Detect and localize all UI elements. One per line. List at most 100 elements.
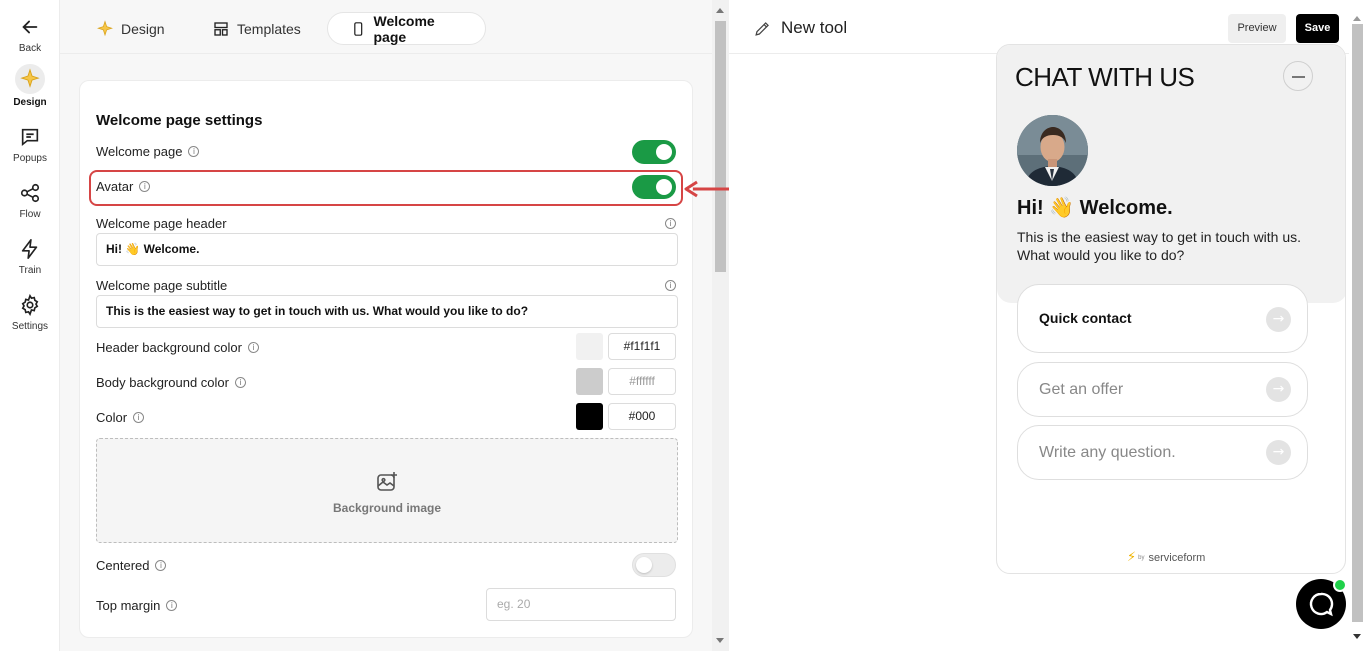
body-bg-swatch[interactable] — [576, 368, 603, 395]
body-bg-row: Body background color i — [96, 375, 246, 390]
scroll-up-arrow[interactable] — [1353, 16, 1361, 21]
rail-label: Flow — [19, 209, 41, 220]
centered-toggle[interactable] — [632, 553, 676, 577]
arrow-right-icon — [1266, 440, 1291, 465]
sparkle-icon — [97, 19, 113, 36]
preview-button[interactable]: Preview — [1228, 14, 1286, 43]
info-icon[interactable]: i — [188, 146, 200, 157]
tab-bar: Design Templates Welcome page — [60, 0, 712, 54]
scroll-up-arrow[interactable] — [716, 8, 724, 13]
info-icon[interactable]: i — [665, 218, 676, 229]
avatar-row: Avatar i — [96, 179, 151, 194]
header-bg-label: Header background color — [96, 340, 242, 355]
tab-label: Design — [121, 20, 165, 37]
arrow-right-icon — [1266, 377, 1291, 402]
subtitle-row: Welcome page subtitle — [96, 278, 227, 293]
rail-item-settings[interactable]: Settings — [0, 292, 60, 332]
color-swatch[interactable] — [576, 403, 603, 430]
header-label: Welcome page header — [96, 216, 227, 231]
back-label: Back — [18, 43, 42, 54]
option-get-offer[interactable]: Get an offer — [1017, 362, 1308, 417]
color-row: Color i — [96, 410, 145, 425]
top-margin-input[interactable]: eg. 20 — [486, 588, 676, 621]
settings-scrollbar[interactable] — [712, 0, 729, 651]
tab-templates[interactable]: Templates — [190, 12, 323, 45]
top-margin-label: Top margin — [96, 598, 161, 613]
widget-header: CHAT WITH US Hi! 👋 Welcome. This is the … — [997, 45, 1345, 303]
color-label: Color — [96, 410, 128, 425]
arrow-right-icon — [1266, 307, 1291, 332]
option-label: Write any question. — [1039, 444, 1176, 461]
welcome-page-toggle[interactable] — [632, 140, 676, 164]
phone-icon — [354, 21, 363, 36]
scroll-down-arrow[interactable] — [1353, 634, 1361, 639]
rail-label: Settings — [11, 321, 49, 332]
info-icon[interactable]: i — [234, 377, 246, 388]
option-label: Get an offer — [1039, 381, 1124, 398]
chat-bubble-icon — [17, 124, 43, 150]
tool-name[interactable]: New tool — [753, 18, 847, 38]
brand-name: serviceform — [1148, 551, 1206, 564]
powered-by[interactable]: ⚡ by serviceform — [1127, 550, 1205, 565]
option-write-question[interactable]: Write any question. — [1017, 425, 1308, 480]
save-button[interactable]: Save — [1296, 14, 1339, 43]
body-bg-label: Body background color — [96, 375, 229, 390]
info-icon[interactable]: i — [665, 280, 676, 291]
rail-label: Popups — [13, 153, 47, 164]
welcome-page-label: Welcome page — [96, 144, 183, 159]
info-icon[interactable]: i — [139, 181, 151, 192]
background-image-dropzone[interactable]: Background image — [96, 438, 678, 543]
avatar-toggle[interactable] — [632, 175, 676, 199]
chat-bubble-icon — [1309, 592, 1334, 617]
scroll-thumb[interactable] — [715, 21, 726, 272]
tab-welcome-page[interactable]: Welcome page — [327, 12, 486, 45]
header-bg-hex-input[interactable]: #f1f1f1 — [608, 333, 676, 360]
info-icon[interactable]: i — [133, 412, 145, 423]
info-icon[interactable]: i — [247, 342, 259, 353]
rail-item-popups[interactable]: Popups — [0, 124, 60, 164]
avatar-highlight-box — [89, 170, 683, 206]
header-bg-swatch[interactable] — [576, 333, 603, 360]
rail-item-design[interactable]: Design — [0, 64, 60, 108]
top-margin-row: Top margin i — [96, 598, 178, 613]
info-icon[interactable]: i — [166, 600, 178, 611]
tab-design[interactable]: Design — [74, 12, 187, 45]
welcome-header-input[interactable]: Hi! 👋 Welcome. — [96, 233, 678, 266]
welcome-subtitle-input[interactable]: This is the easiest way to get in touch … — [96, 295, 678, 328]
avatar — [1017, 115, 1088, 186]
body-bg-hex-input[interactable]: #ffffff — [608, 368, 676, 395]
online-status-dot — [1333, 578, 1347, 592]
rail-item-train[interactable]: Train — [0, 236, 60, 276]
header-row: Welcome page header — [96, 216, 227, 231]
minimize-button[interactable] — [1283, 61, 1313, 91]
color-hex-input[interactable]: #000 — [608, 403, 676, 430]
tab-label: Welcome page — [373, 12, 435, 45]
tool-name-label: New tool — [781, 18, 848, 37]
preview-scrollbar[interactable] — [1349, 14, 1366, 651]
settings-panel: Design Templates Welcome page Welcome pa… — [60, 0, 712, 651]
rail-item-flow[interactable]: Flow — [0, 180, 60, 220]
lightning-icon — [17, 236, 43, 262]
centered-row: Centered i — [96, 558, 167, 573]
header-bg-row: Header background color i — [96, 340, 259, 355]
scroll-thumb[interactable] — [1352, 24, 1363, 622]
welcome-settings-card: Welcome page settings Welcome page i Ava… — [79, 80, 693, 638]
templates-icon — [214, 21, 228, 36]
chat-widget: CHAT WITH US Hi! 👋 Welcome. This is the … — [996, 44, 1346, 574]
option-quick-contact[interactable]: Quick contact — [1017, 284, 1308, 353]
left-rail: Back Design Popups Flow Train Settings — [0, 0, 60, 651]
section-title: Welcome page settings — [96, 112, 263, 129]
option-label: Quick contact — [1039, 310, 1132, 326]
welcome-header-text: Hi! 👋 Welcome. — [1017, 197, 1173, 219]
gear-icon — [17, 292, 43, 318]
bolt-icon: ⚡ — [1127, 550, 1137, 565]
scroll-down-arrow[interactable] — [716, 638, 724, 643]
info-icon[interactable]: i — [155, 560, 167, 571]
subtitle-label: Welcome page subtitle — [96, 278, 228, 293]
back-button[interactable]: Back — [0, 14, 60, 54]
avatar-label: Avatar — [96, 179, 134, 194]
background-image-label: Background image — [332, 501, 442, 515]
rail-label: Design — [13, 97, 47, 108]
powered-by-label: by — [1138, 554, 1145, 561]
share-nodes-icon — [17, 180, 43, 206]
